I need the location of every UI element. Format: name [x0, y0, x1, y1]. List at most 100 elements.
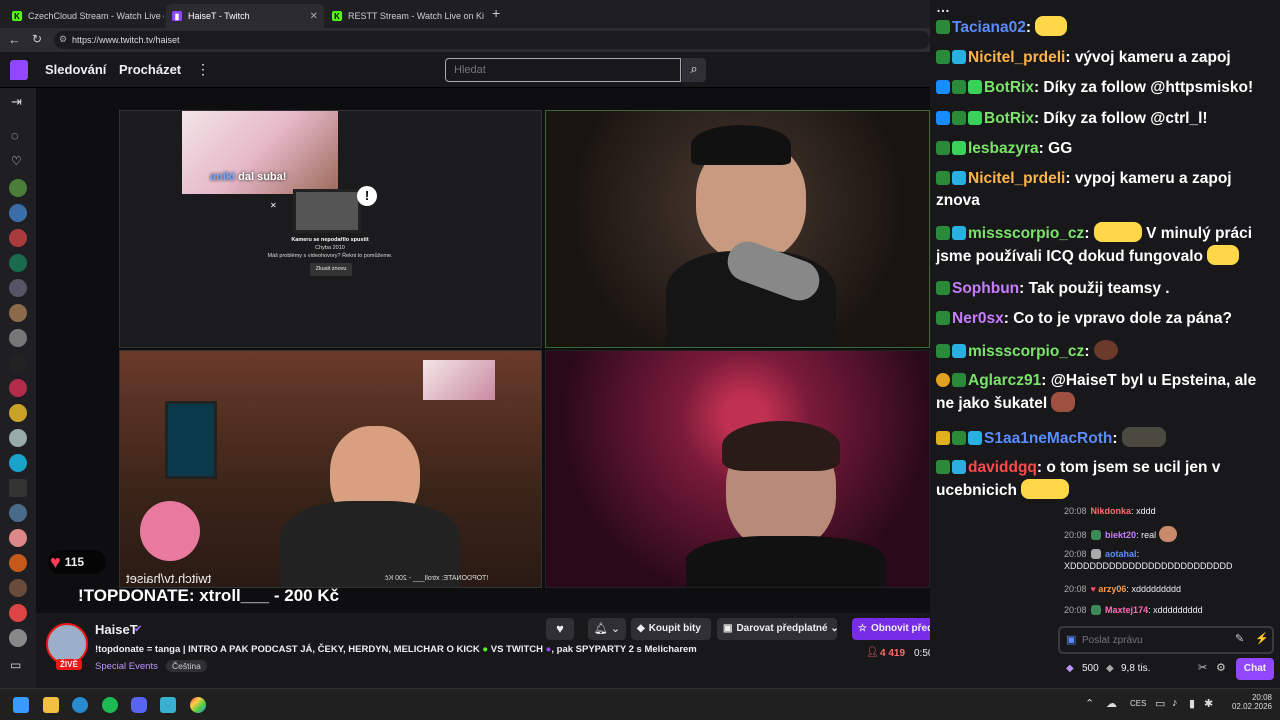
channel-avatar[interactable]: [9, 379, 27, 397]
kick-emoji-icon: ●: [482, 644, 489, 655]
chrome-icon[interactable]: [190, 697, 206, 713]
tools-icon[interactable]: ✂: [1198, 661, 1207, 674]
tab-restt[interactable]: K RESTT Stream - Watch Live on Kick ✕: [326, 4, 484, 28]
chat-message-small: 20:08 Maxtej174: xddddddddd: [1064, 605, 1203, 615]
channel-avatar[interactable]: [9, 554, 27, 572]
channel-avatar[interactable]: [9, 604, 27, 622]
channel-avatar[interactable]: [9, 304, 27, 322]
chat-message: Sophbun: Tak použij teamsy .: [936, 278, 1274, 300]
more-menu-icon[interactable]: ⋮: [196, 61, 210, 78]
badge-icon: [936, 141, 950, 155]
bits-icon: ◆: [637, 623, 645, 634]
heart-icon[interactable]: ♡: [11, 154, 22, 168]
language-tag[interactable]: Čeština: [166, 660, 207, 672]
heart-counter[interactable]: ♥ 115: [48, 550, 106, 574]
tray-chevron-icon[interactable]: ⌃: [1085, 697, 1094, 710]
plush-graphic: [140, 501, 200, 561]
edge-icon[interactable]: [72, 697, 88, 713]
notepad-icon[interactable]: [160, 697, 176, 713]
emote-icon: [1093, 222, 1142, 242]
nav-following[interactable]: Sledování: [45, 62, 106, 77]
notifications-button[interactable]: 🔔︎ ⌄: [588, 618, 626, 640]
channel-avatar[interactable]: [9, 429, 27, 447]
emote-icon: [1121, 427, 1166, 447]
discord-icon[interactable]: [131, 697, 147, 713]
tab-haiset[interactable]: ▮ HaiseT - Twitch ✕: [166, 4, 324, 28]
bell-icon[interactable]: ✱: [1204, 697, 1213, 710]
new-tab-button[interactable]: +: [492, 5, 500, 21]
wand-icon[interactable]: ⚡: [1255, 632, 1269, 645]
gift-sub-button[interactable]: ▣ Darovat předplatné ⌄: [717, 618, 839, 640]
channel-avatar[interactable]: [9, 404, 27, 422]
badge-icon: [968, 80, 982, 94]
chat-panel: … Taciana02: Nicitel_prdeli: vývoj kamer…: [930, 0, 1280, 688]
buy-bits-button[interactable]: ◆ Koupit bity: [631, 618, 711, 640]
volume-icon[interactable]: ♪: [1172, 697, 1178, 709]
nav-browse[interactable]: Procházet: [119, 62, 181, 77]
chat-message-small: 20:08 Nikdonka: xddd: [1064, 506, 1156, 516]
file-explorer-icon[interactable]: [43, 697, 59, 713]
alert-thumbnail: [423, 360, 495, 400]
channel-avatar[interactable]: [9, 254, 27, 272]
channel-avatar[interactable]: [9, 329, 27, 347]
cloud-icon[interactable]: ☁: [1106, 697, 1117, 710]
badge-icon: [1090, 530, 1101, 540]
gear-icon[interactable]: ⚙: [1216, 661, 1226, 674]
chat-message: missscorpio_cz:: [936, 340, 1274, 363]
bits-count[interactable]: 9,8 tis.: [1121, 663, 1150, 674]
channel-avatar[interactable]: [9, 579, 27, 597]
expand-sidebar-icon[interactable]: ⇥: [11, 94, 22, 110]
search-button[interactable]: ⌕: [682, 58, 706, 82]
channel-avatar[interactable]: [9, 354, 27, 372]
viewers-icon: 👤︎: [866, 647, 879, 658]
channel-avatar[interactable]: [9, 479, 27, 497]
battery-icon[interactable]: ▮: [1189, 697, 1195, 710]
chat-input-box[interactable]: ▣ ✎ ⚡: [1058, 626, 1274, 654]
address-bar[interactable]: ⚙ https://www.twitch.tv/haiset: [54, 31, 930, 49]
badge-icon: [936, 171, 950, 185]
spotify-icon[interactable]: [102, 697, 118, 713]
tab-czechcloud[interactable]: K CzechCloud Stream - Watch Live o ✕: [6, 4, 164, 28]
channel-avatar[interactable]: [9, 529, 27, 547]
windows-start-icon[interactable]: [13, 697, 29, 713]
network-icon[interactable]: ▭: [1155, 697, 1165, 710]
search-input[interactable]: [445, 58, 681, 82]
clock[interactable]: 20:08 02.02.2026: [1224, 693, 1272, 711]
chat-input[interactable]: [1082, 632, 1222, 648]
video-icon[interactable]: ▭: [10, 658, 21, 672]
site-info-icon[interactable]: ⚙: [59, 34, 67, 45]
channel-avatar[interactable]: [9, 179, 27, 197]
follow-heart-button[interactable]: ♥: [546, 618, 574, 640]
channel-avatar[interactable]: [9, 504, 27, 522]
close-icon[interactable]: ✕: [270, 201, 277, 210]
back-icon[interactable]: ←: [8, 32, 21, 47]
player-tile-bottom-right: [545, 350, 930, 588]
twitch-logo-icon[interactable]: [10, 60, 28, 80]
chat-message: BotRix: Díky za follow @httpsmisko!: [936, 77, 1274, 99]
error-icon: !: [357, 186, 377, 206]
channel-avatar[interactable]: [9, 629, 27, 647]
channel-avatar[interactable]: [9, 204, 27, 222]
emote-icon: [1093, 340, 1118, 360]
badge-icon: [936, 311, 950, 325]
close-icon[interactable]: ✕: [306, 11, 318, 22]
tab-label: RESTT Stream - Watch Live on Kick: [348, 11, 484, 21]
channel-points[interactable]: 500: [1082, 663, 1099, 674]
video-player[interactable]: aniki dal suba! ! ✕ Kameru se nepodařilo…: [36, 88, 930, 613]
chat-send-button[interactable]: Chat: [1236, 658, 1274, 680]
kick-icon: K: [332, 11, 342, 21]
badge-icon: [952, 171, 966, 185]
windows-taskbar: ⌃ ☁ CES ▭ ♪ ▮ ✱ 20:08 02.02.2026: [0, 688, 1280, 720]
category-link[interactable]: Special Events: [95, 661, 158, 672]
channel-avatar[interactable]: [9, 454, 27, 472]
channel-avatar[interactable]: [9, 279, 27, 297]
retry-button[interactable]: Zkusit znovu: [310, 263, 352, 276]
chat-message: Aglarcz91: @HaiseT byl u Epsteina, ale ne…: [936, 372, 1257, 412]
channel-avatar[interactable]: [9, 229, 27, 247]
channel-name[interactable]: HaiseT: [95, 622, 138, 637]
emote-icon: [1051, 392, 1076, 412]
recommended-icon[interactable]: ◌: [11, 128, 19, 143]
reload-icon[interactable]: ↻: [32, 32, 42, 46]
emote-picker-icon[interactable]: ✎: [1235, 632, 1244, 645]
language-indicator[interactable]: CES: [1130, 699, 1146, 708]
